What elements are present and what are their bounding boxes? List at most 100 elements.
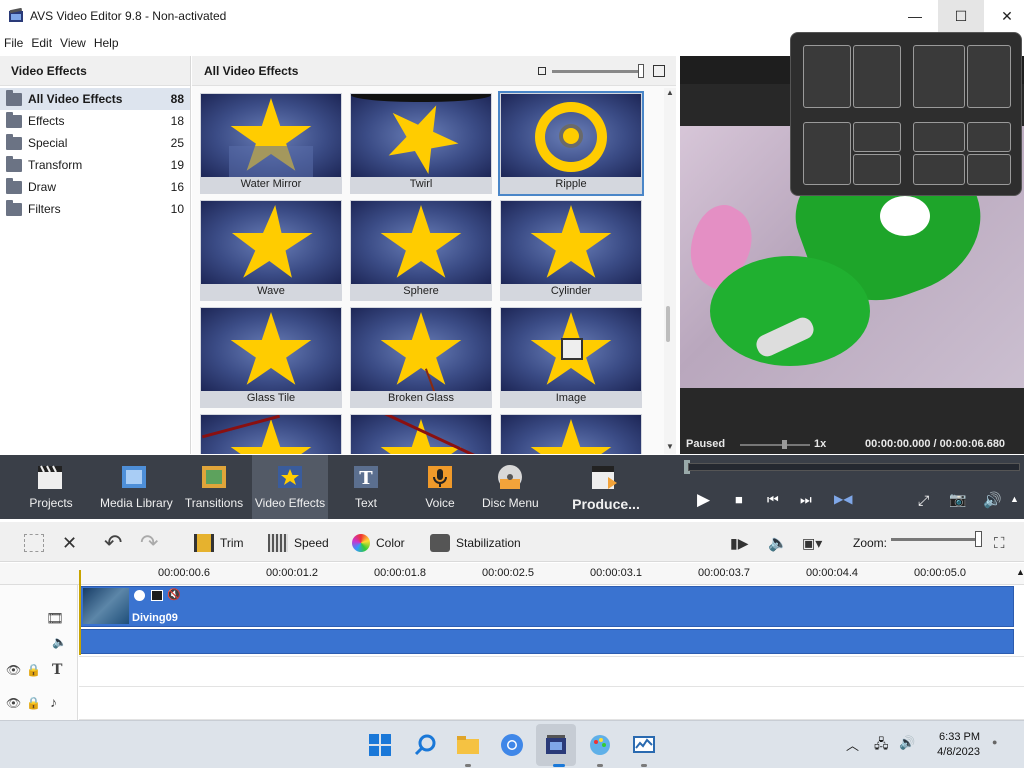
zoom-slider[interactable] xyxy=(891,538,981,541)
taskbar-clock[interactable]: 6:33 PM 4/8/2023 xyxy=(937,730,980,760)
network-icon[interactable]: 🖧 xyxy=(874,735,889,757)
lock-icon[interactable]: 🔒 xyxy=(26,696,41,710)
effect-tile-partial[interactable] xyxy=(350,414,492,454)
maximize-button[interactable]: ☐ xyxy=(938,0,984,32)
speed-slider[interactable] xyxy=(740,444,810,446)
small-thumbnail-icon[interactable] xyxy=(538,67,546,75)
category-filters[interactable]: Filters 10 xyxy=(0,198,190,220)
undo-icon[interactable]: ↶ xyxy=(104,530,122,555)
windows-start-icon[interactable] xyxy=(368,733,392,757)
snap-layout-cell[interactable] xyxy=(913,154,965,185)
storyboard-view-icon[interactable]: ▣▾ xyxy=(802,532,822,554)
disc-menu-button[interactable]: Disc Menu xyxy=(482,455,539,519)
stabilization-button[interactable]: Stabilization xyxy=(430,532,521,554)
scroll-up-arrow-icon[interactable]: ▲ xyxy=(666,88,674,97)
previous-frame-icon[interactable]: ⏮ xyxy=(767,492,779,508)
effect-tile-partial[interactable] xyxy=(500,414,642,454)
snap-layout-cell[interactable] xyxy=(967,122,1011,152)
chrome-icon[interactable] xyxy=(500,733,524,757)
audio-mixer-icon[interactable]: 🔈 xyxy=(768,532,788,554)
trim-button[interactable]: Trim xyxy=(194,532,244,554)
fullscreen-icon[interactable]: ⤢ xyxy=(918,492,929,509)
menu-edit[interactable]: Edit xyxy=(27,33,56,53)
file-explorer-icon[interactable] xyxy=(456,733,480,757)
effect-tile-partial[interactable] xyxy=(200,414,342,454)
paint-palette-icon[interactable] xyxy=(588,733,612,757)
category-special[interactable]: Special 25 xyxy=(0,132,190,154)
timeline-ruler[interactable]: 00:00:00.6 00:00:01.2 00:00:01.8 00:00:0… xyxy=(0,563,1024,585)
effect-tile-wave[interactable]: Wave xyxy=(200,200,342,301)
ruler-scroll-arrow-icon[interactable]: ▲ xyxy=(1016,567,1024,577)
text-button[interactable]: T Text xyxy=(342,455,390,519)
snap-layout-cell[interactable] xyxy=(803,45,851,108)
redo-icon[interactable]: ↷ xyxy=(140,530,158,555)
volume-icon[interactable]: 🔊 xyxy=(983,491,1002,509)
thumbnail-size-slider[interactable] xyxy=(552,70,644,73)
snap-layout-cell[interactable] xyxy=(853,154,901,185)
stop-icon[interactable]: ■ xyxy=(735,492,743,507)
audio-clip[interactable] xyxy=(80,629,1014,654)
category-draw[interactable]: Draw 16 xyxy=(0,176,190,198)
snap-layout-cell[interactable] xyxy=(853,122,901,152)
effect-tile-broken-glass[interactable]: Broken Glass xyxy=(350,307,492,408)
video-clip[interactable] xyxy=(80,586,1014,627)
system-monitor-icon[interactable] xyxy=(632,733,656,757)
category-all-video-effects[interactable]: All Video Effects 88 xyxy=(0,88,190,110)
snap-layout-cell[interactable] xyxy=(913,45,965,108)
visibility-eye-icon[interactable]: 👁 xyxy=(6,663,21,677)
close-button[interactable]: ✕ xyxy=(984,0,1024,32)
transitions-button[interactable]: Transitions xyxy=(184,455,244,519)
minimize-button[interactable]: — xyxy=(892,0,938,32)
preview-seek-bar[interactable] xyxy=(688,463,1020,471)
effects-scrollbar[interactable]: ▲ ▼ xyxy=(664,88,676,454)
video-effects-button[interactable]: Video Effects xyxy=(252,455,328,519)
show-hidden-icons-icon[interactable]: ︿ xyxy=(846,735,859,754)
projects-button[interactable]: Projects xyxy=(22,455,80,519)
lock-icon[interactable]: 🔒 xyxy=(26,663,41,677)
snap-layout-cell[interactable] xyxy=(913,122,965,152)
snap-layout-cell[interactable] xyxy=(853,45,901,108)
large-thumbnail-icon[interactable] xyxy=(653,65,665,77)
delete-icon[interactable]: ✕ xyxy=(62,532,77,554)
produce-button[interactable]: Produce... xyxy=(570,455,642,519)
effect-tile-ripple[interactable]: Ripple xyxy=(498,91,644,196)
snap-to-clip-icon[interactable]: ▮▶ xyxy=(730,532,748,554)
visibility-eye-icon[interactable]: 👁 xyxy=(6,696,21,710)
avs-video-editor-taskbar-icon[interactable] xyxy=(544,733,568,757)
snap-layout-cell[interactable] xyxy=(803,122,851,185)
category-transform[interactable]: Transform 19 xyxy=(0,154,190,176)
voice-button[interactable]: Voice xyxy=(414,455,466,519)
thumbnail-size-slider-handle[interactable] xyxy=(638,64,644,78)
fit-timeline-icon[interactable]: ⛶ xyxy=(994,532,1005,554)
multi-select-icon[interactable] xyxy=(24,532,50,554)
scrollbar-thumb[interactable] xyxy=(666,306,670,342)
speed-slider-handle[interactable] xyxy=(782,440,787,449)
play-icon[interactable]: ▶ xyxy=(697,490,710,510)
notification-badge-icon[interactable]: ● xyxy=(992,737,997,747)
snapshot-camera-icon[interactable]: 📷 xyxy=(949,491,966,508)
speed-button[interactable]: Speed xyxy=(268,532,329,554)
split-icon[interactable]: ▶◀ xyxy=(834,492,852,506)
timeline-cursor[interactable] xyxy=(79,570,81,655)
menu-view[interactable]: View xyxy=(56,33,90,53)
zoom-slider-handle[interactable] xyxy=(975,531,982,547)
effect-tile-glass-tile[interactable]: Glass Tile xyxy=(200,307,342,408)
next-frame-icon[interactable]: ⏭ xyxy=(800,492,812,508)
speaker-icon[interactable]: 🔊 xyxy=(899,735,915,751)
effect-tile-water-mirror[interactable]: Water Mirror xyxy=(200,93,342,194)
audio-mute-icon[interactable]: 🔈 xyxy=(52,635,67,649)
snap-layout-cell[interactable] xyxy=(967,45,1011,108)
scroll-down-arrow-icon[interactable]: ▼ xyxy=(666,442,674,451)
media-library-button[interactable]: Media Library xyxy=(100,455,173,519)
menu-file[interactable]: File xyxy=(0,33,27,53)
color-button[interactable]: Color xyxy=(352,532,405,554)
menu-help[interactable]: Help xyxy=(90,33,123,53)
snap-layout-cell[interactable] xyxy=(967,154,1011,185)
volume-dropdown-icon[interactable]: ▲ xyxy=(1010,494,1019,504)
effect-tile-image[interactable]: Image xyxy=(500,307,642,408)
effect-tile-cylinder[interactable]: Cylinder xyxy=(500,200,642,301)
effect-tile-sphere[interactable]: Sphere xyxy=(350,200,492,301)
category-effects[interactable]: Effects 18 xyxy=(0,110,190,132)
search-icon[interactable] xyxy=(413,733,437,757)
effect-tile-twirl[interactable]: Twirl xyxy=(350,93,492,194)
